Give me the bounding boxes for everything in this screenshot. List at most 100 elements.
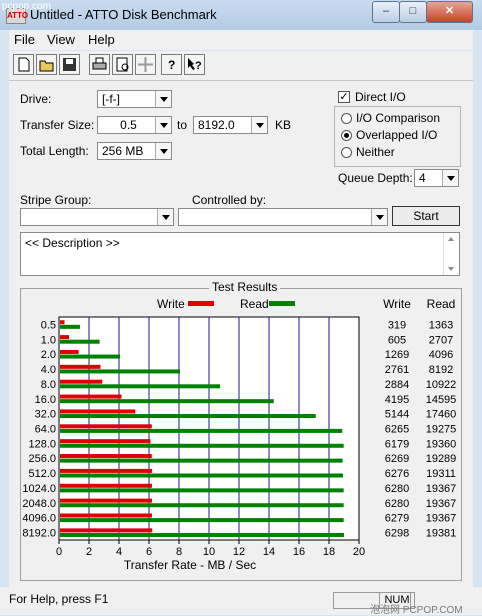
write-value: 5144	[385, 409, 409, 421]
status-text: For Help, press F1	[9, 592, 109, 606]
start-button[interactable]: Start	[392, 206, 460, 226]
read-bar	[60, 354, 120, 359]
chevron-down-icon	[155, 117, 171, 133]
stripe-group-select[interactable]	[20, 208, 174, 226]
io-comparison-label: I/O Comparison	[356, 111, 441, 125]
open-icon[interactable]	[36, 54, 57, 75]
total-length-select[interactable]: 256 MB	[97, 142, 172, 160]
read-bar	[60, 518, 344, 523]
move-icon[interactable]	[135, 54, 156, 75]
y-tick-label: 4096.0	[22, 513, 56, 525]
write-value: 6298	[385, 528, 409, 540]
x-tick-label: 8	[176, 546, 182, 558]
save-icon[interactable]	[59, 54, 80, 75]
read-value: 1363	[429, 319, 453, 331]
overlapped-io-radio[interactable]	[341, 130, 352, 141]
transfer-size-from-select[interactable]: 0.5	[97, 116, 172, 134]
write-value: 6279	[385, 513, 409, 525]
context-help-icon[interactable]: ?	[184, 54, 205, 75]
print-preview-icon[interactable]	[112, 54, 133, 75]
toolbar: ? ?	[9, 51, 473, 81]
write-value: 2884	[385, 379, 409, 391]
write-bar	[60, 424, 152, 429]
read-value: 19311	[426, 468, 456, 480]
stripe-group-label: Stripe Group:	[20, 193, 92, 207]
queue-depth-label: Queue Depth:	[338, 171, 413, 185]
controlled-by-select[interactable]	[178, 208, 388, 226]
write-value: 6265	[385, 424, 409, 436]
read-bar	[60, 488, 344, 493]
transfer-size-label: Transfer Size:	[20, 118, 95, 132]
chevron-down-icon	[155, 143, 171, 159]
y-tick-label: 32.0	[35, 409, 56, 421]
menu-file[interactable]: File	[14, 32, 35, 47]
help-icon[interactable]: ?	[161, 54, 182, 75]
write-value: 319	[388, 319, 406, 331]
minimize-button[interactable]: –	[372, 1, 400, 23]
write-bar	[60, 454, 152, 459]
menu-help[interactable]: Help	[88, 32, 115, 47]
write-value: 2761	[385, 364, 409, 376]
drive-label: Drive:	[20, 92, 52, 106]
test-results-group: Test Results Write Read Write Read Trans…	[20, 280, 462, 581]
write-bar	[60, 513, 152, 518]
legend-write-label: Write	[157, 297, 185, 311]
legend-read-label: Read	[240, 297, 269, 311]
y-tick-label: 1.0	[41, 334, 56, 346]
drive-select[interactable]: [-f-]	[97, 90, 172, 108]
direct-io-checkbox[interactable]: ✓	[338, 91, 350, 103]
y-tick-label: 2048.0	[22, 498, 56, 510]
new-icon[interactable]	[13, 54, 34, 75]
write-value: 4195	[385, 394, 409, 406]
read-value: 19381	[426, 528, 457, 540]
y-tick-label: 128.0	[28, 438, 56, 450]
print-icon[interactable]	[89, 54, 110, 75]
maximize-button[interactable]: □	[399, 1, 427, 23]
x-tick-label: 20	[353, 546, 365, 558]
kb-label: KB	[275, 118, 292, 132]
write-value: 6269	[385, 453, 409, 465]
y-tick-label: 16.0	[35, 394, 56, 406]
write-value: 605	[388, 334, 406, 346]
y-tick-label: 8.0	[41, 379, 56, 391]
menu-view[interactable]: View	[47, 32, 75, 47]
watermark-bottom: 泡泡网 PCPOP.COM	[370, 605, 463, 616]
x-tick-label: 0	[56, 546, 62, 558]
io-comparison-radio[interactable]	[341, 113, 352, 124]
neither-label: Neither	[356, 145, 395, 159]
chevron-down-icon	[371, 209, 387, 225]
write-value: 6276	[385, 468, 409, 480]
results-chart: Write Read Write Read Transfer Rate - MB…	[22, 297, 457, 572]
read-bar	[60, 339, 100, 344]
read-value: 19275	[426, 424, 457, 436]
status-bar: For Help, press F1 NUM 泡泡网 PCPOP.COM	[0, 587, 482, 616]
x-tick-label: 14	[263, 546, 275, 558]
chevron-down-icon	[155, 91, 171, 107]
transfer-size-to-select[interactable]: 8192.0	[193, 116, 268, 134]
read-bar	[60, 414, 316, 419]
read-value: 19367	[426, 513, 457, 525]
queue-depth-select[interactable]: 4	[414, 169, 459, 187]
description-textarea[interactable]: << Description >>	[20, 232, 460, 276]
write-bar	[60, 409, 136, 414]
watermark-top: pcpop.com	[2, 1, 51, 12]
to-label: to	[177, 118, 188, 132]
svg-text:?: ?	[195, 60, 202, 72]
write-bar	[60, 483, 152, 488]
close-button[interactable]: ✕	[426, 1, 473, 23]
read-column-header: Read	[427, 297, 456, 311]
write-bar	[60, 528, 153, 533]
read-bar	[60, 324, 80, 329]
description-scrollbar[interactable]	[443, 233, 459, 275]
x-tick-label: 2	[86, 546, 92, 558]
write-value: 6280	[385, 483, 409, 495]
x-axis-label: Transfer Rate - MB / Sec	[124, 558, 256, 572]
read-bar	[60, 532, 344, 537]
write-bar	[60, 468, 152, 473]
neither-radio[interactable]	[341, 147, 352, 158]
overlapped-io-label: Overlapped I/O	[356, 128, 438, 142]
x-tick-label: 6	[146, 546, 152, 558]
read-value: 19367	[426, 498, 457, 510]
read-value: 17460	[426, 409, 457, 421]
x-tick-label: 16	[293, 546, 305, 558]
